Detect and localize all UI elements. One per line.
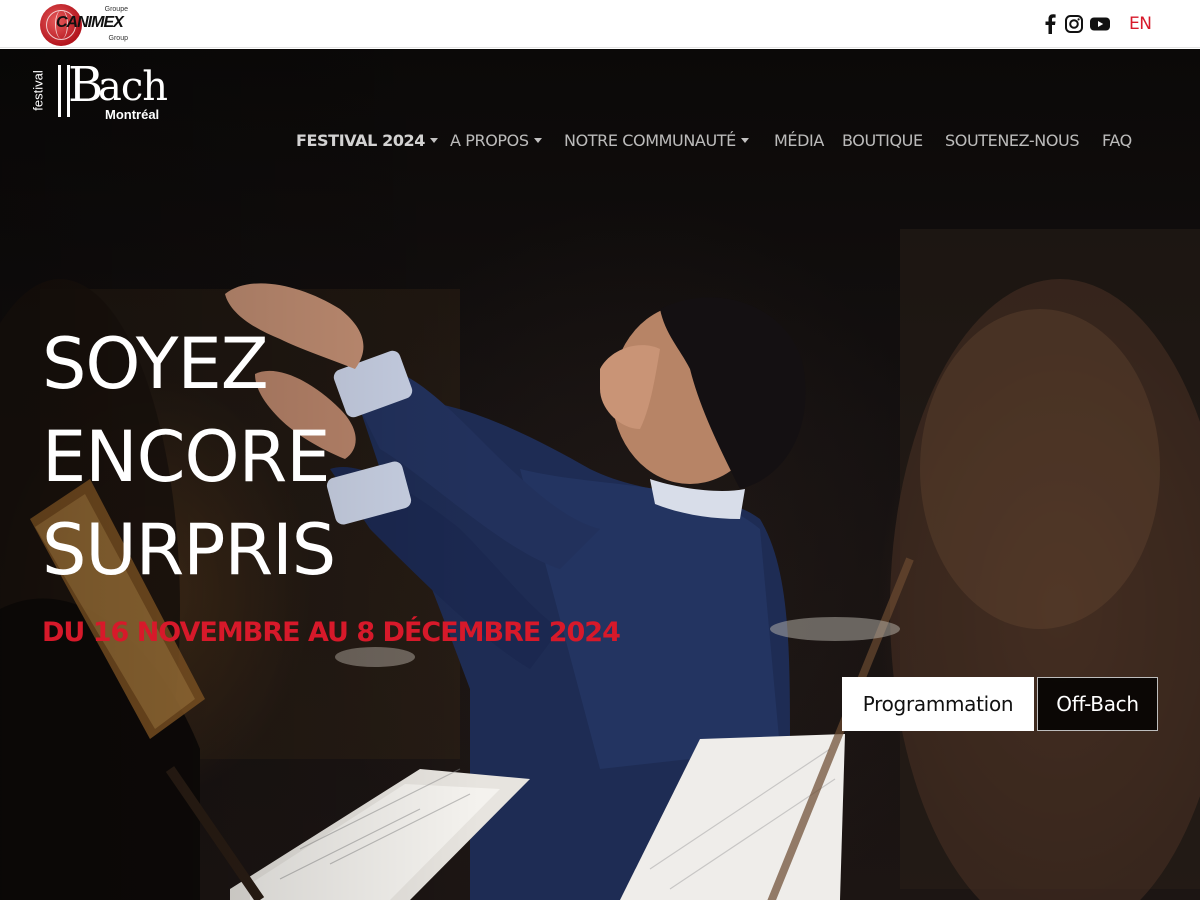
nav-item-notre-communaute[interactable]: NOTRE COMMUNAUTÉ: [564, 131, 749, 150]
instagram-icon[interactable]: [1064, 14, 1084, 34]
logo-city: Montréal: [105, 107, 160, 122]
language-switch-link[interactable]: EN: [1129, 14, 1152, 34]
nav-item-faq[interactable]: FAQ: [1102, 131, 1132, 150]
nav-item-label: FAQ: [1102, 131, 1132, 150]
youtube-icon[interactable]: [1089, 14, 1111, 34]
hero-headline: SOYEZ ENCORE SURPRIS: [42, 318, 336, 597]
sponsor-logo-top-text: Groupe: [104, 6, 128, 13]
nav-item-label: NOTRE COMMUNAUTÉ: [564, 131, 736, 150]
sponsor-logo[interactable]: Groupe CANIMEX Group: [40, 2, 134, 46]
nav-item-label: FESTIVAL 2024: [296, 131, 426, 150]
sponsor-logo-name: CANIMEX: [56, 14, 124, 31]
hero-headline-line-2: ENCORE: [42, 416, 330, 498]
caret-down-icon: [533, 138, 542, 143]
nav-item-festival-2024[interactable]: FESTIVAL 2024: [296, 131, 439, 150]
logo-festival-text: festival: [30, 70, 46, 111]
hero-headline-line-1: SOYEZ: [42, 323, 269, 405]
top-bar: Groupe CANIMEX Group EN: [0, 0, 1200, 48]
programmation-button[interactable]: Programmation: [842, 677, 1034, 731]
nav-item-label: BOUTIQUE: [842, 131, 923, 150]
facebook-icon[interactable]: [1043, 14, 1057, 34]
hero-headline-line-3: SURPRIS: [42, 509, 336, 591]
nav-item-label: A PROPOS: [450, 131, 529, 150]
sponsor-logo-bottom-text: Group: [108, 35, 128, 42]
nav-item-label: SOUTENEZ-NOUS: [945, 131, 1080, 150]
off-bach-button[interactable]: Off-Bach: [1037, 677, 1158, 731]
nav-item-label: MÉDIA: [774, 131, 824, 150]
festival-bach-logo[interactable]: festival B ach Montréal: [31, 57, 170, 123]
logo-name-rest: ach: [98, 64, 168, 110]
nav-item-media[interactable]: MÉDIA: [774, 131, 824, 150]
logo-letter-b: B: [68, 57, 103, 113]
nav-item-soutenez-nous[interactable]: SOUTENEZ-NOUS: [945, 131, 1080, 150]
nav-item-boutique[interactable]: BOUTIQUE: [842, 131, 923, 150]
caret-down-icon: [430, 138, 439, 143]
logo-festival-text-wrap: festival: [31, 61, 54, 121]
festival-dates: DU 16 NOVEMBRE AU 8 DÉCEMBRE 2024: [42, 617, 621, 648]
nav-item-a-propos[interactable]: A PROPOS: [450, 131, 542, 150]
caret-down-icon: [740, 138, 749, 143]
